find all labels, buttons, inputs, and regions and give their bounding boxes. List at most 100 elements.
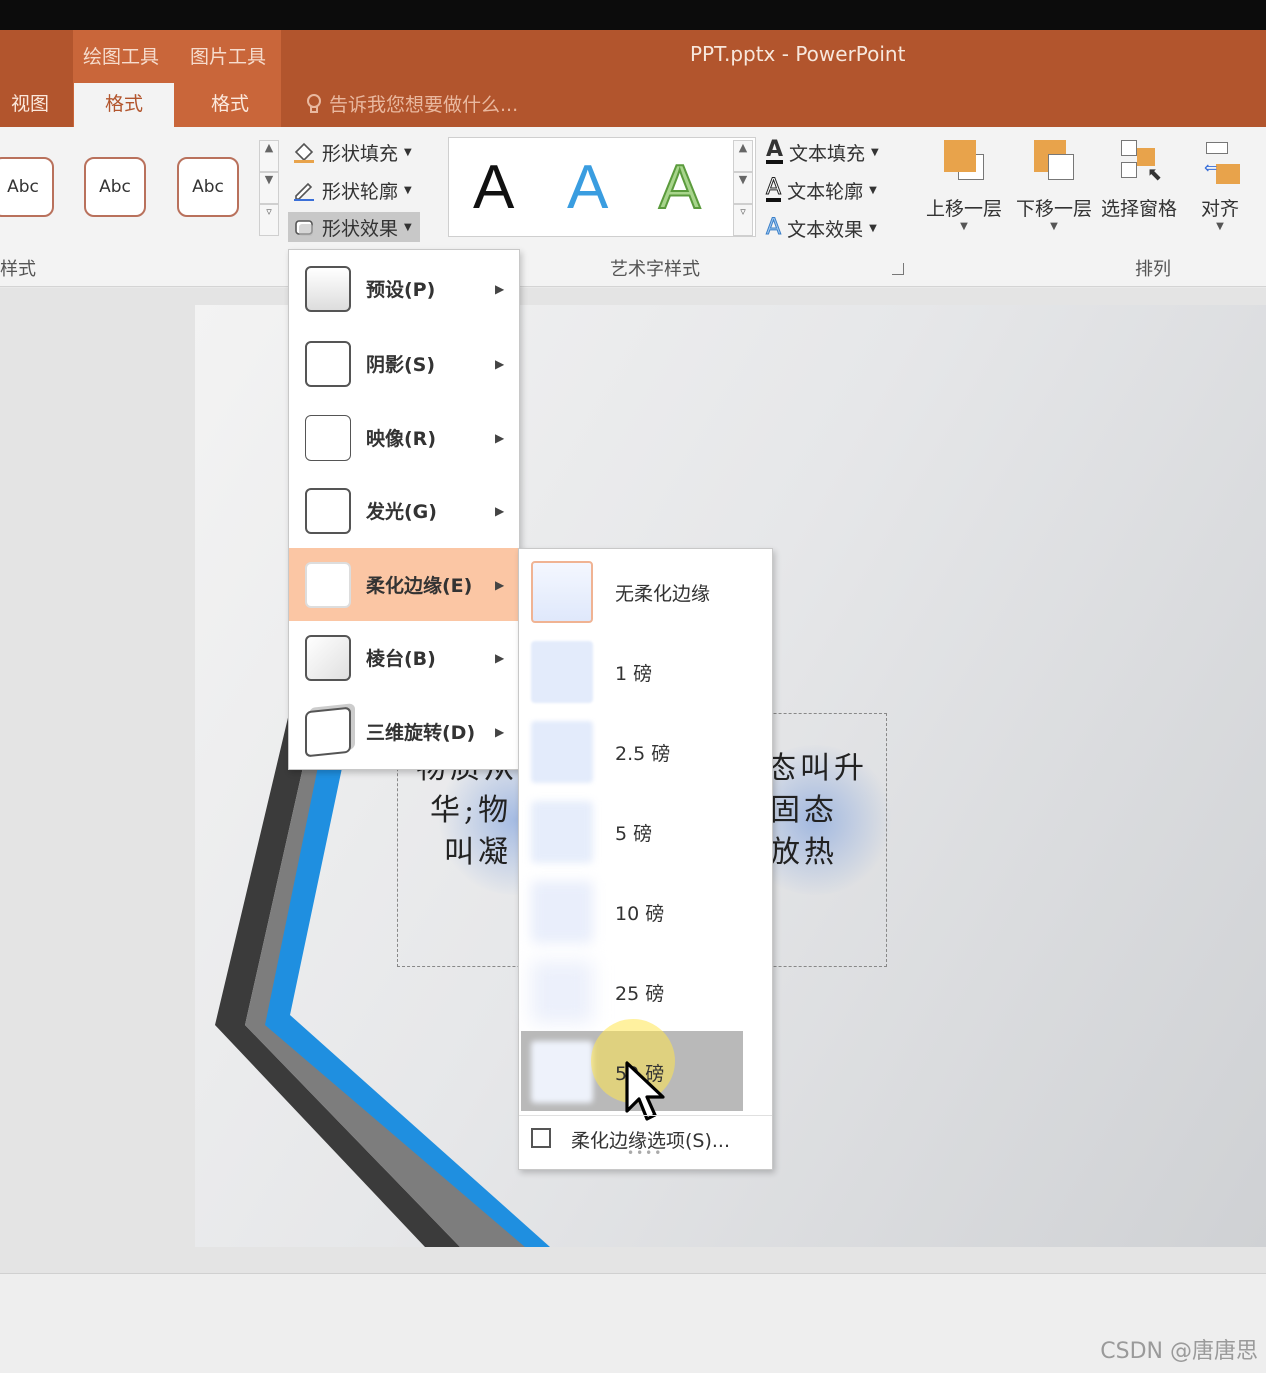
soft-edge-label: 无柔化边缘 [615,583,711,605]
shape-fill-button[interactable]: 形状填充 ▼ [292,137,412,167]
align-button[interactable]: ⇐ 对齐 ▼ [1186,138,1254,232]
selection-pane-icon: ⬉ [1115,138,1163,190]
soft-edge-options-checkbox[interactable] [531,1128,551,1148]
tab-picture-format[interactable]: 格式 [180,83,280,127]
send-backward-label: 下移一层 [1015,198,1092,220]
menu-item-label: 三维旋转(D) [366,722,476,744]
bevel-icon [305,634,351,681]
resize-grip-icon[interactable]: •••• [627,1146,663,1160]
wordart-sample-green[interactable]: A [658,152,701,223]
menu-item-label: 阴影(S) [366,354,436,376]
shape-effects-button[interactable]: 形状效果 ▼ [288,212,420,242]
menu-item-label: 发光(G) [366,501,437,523]
soft-edge-option[interactable]: 2.5 磅 [521,711,743,791]
soft-edge-option[interactable]: 10 磅 [521,871,743,951]
tell-me-search[interactable]: 告诉我您想要做什么... [305,90,518,117]
slide-text-line: 放热 [770,835,838,870]
soft-edge-preview [531,1041,593,1103]
wordart-sample-black[interactable]: A [473,152,514,223]
wordart-scroll-up[interactable]: ▲ [733,140,753,172]
selection-pane-button[interactable]: ⬉ 选择窗格 [1097,138,1181,221]
soft-edge-preview [531,721,593,783]
soft-edge-option[interactable]: 无柔化边缘 [521,551,743,631]
soft-edge-preview [531,641,593,703]
screen-top-bar [0,0,1266,30]
wordart-scroll-down[interactable]: ▼ [733,172,753,204]
submenu-arrow-icon: ▶ [495,577,505,592]
shape-styles-scroll-down[interactable]: ▼ [259,172,279,204]
shape-outline-label: 形状轮廓 [322,180,399,203]
tab-view[interactable]: 视图 [0,83,60,127]
shape-styles-more[interactable]: ▿ [259,204,279,236]
menu-item-shadow[interactable]: 阴影(S) ▶ [289,327,519,400]
text-fill-button[interactable]: A 文本填充 ▼ [766,137,879,167]
text-outline-button[interactable]: A 文本轮廓 ▼ [765,175,877,205]
text-outline-label: 文本轮廓 [787,180,864,203]
glow-icon [305,487,351,534]
shape-effects-menu: 预设(P) ▶ 阴影(S) ▶ 映像(R) ▶ 发光(G) ▶ 柔化边缘(E) … [288,249,520,770]
lightbulb-icon [307,93,321,113]
text-effects-label: 文本效果 [787,218,864,241]
text-effects-button[interactable]: A 文本效果 ▼ [765,213,876,243]
submenu-arrow-icon: ▶ [495,503,505,518]
window-title: PPT.pptx - PowerPoint [690,42,906,66]
slide-text-right: 态叫升 固态 放热 [766,748,868,874]
tab-drawing-format[interactable]: 格式 [74,83,174,127]
selection-pane-label: 选择窗格 [1100,198,1177,220]
send-backward-button[interactable]: 下移一层 ▼ [1010,138,1098,232]
menu-item-label: 预设(P) [366,279,436,301]
menu-item-label: 映像(R) [366,428,436,450]
dropdown-arrow-icon: ▼ [871,146,879,158]
notes-area [0,1273,1266,1373]
bring-forward-button[interactable]: 上移一层 ▼ [920,138,1008,232]
menu-item-reflection[interactable]: 映像(R) ▶ [289,401,519,474]
shape-styles-group-label: 样式 [0,259,36,280]
menu-item-soft-edges[interactable]: 柔化边缘(E) ▶ [289,548,519,621]
dropdown-arrow-icon: ▼ [1216,221,1224,232]
soft-edge-label: 2.5 磅 [615,743,671,765]
text-fill-icon: A [766,137,784,164]
soft-edge-label: 5 磅 [615,823,653,845]
soft-edge-label: 25 磅 [615,983,665,1005]
shape-style-thumbnail[interactable]: Abc [177,157,239,217]
dropdown-arrow-icon: ▼ [1050,221,1058,232]
soft-edge-option[interactable]: 1 磅 [521,631,743,711]
wordart-gallery: A A A [448,137,756,237]
align-label: 对齐 [1200,198,1239,220]
wordart-more[interactable]: ▿ [733,204,753,236]
dropdown-arrow-icon: ▼ [869,184,877,196]
wordart-sample-blue[interactable]: A [567,152,608,223]
soft-edge-option-selected[interactable]: 50 磅 [521,1019,743,1121]
tell-me-placeholder: 告诉我您想要做什么... [329,94,519,116]
soft-edge-label: 10 磅 [615,903,665,925]
watermark: CSDN @唐唐思 [1100,1339,1258,1364]
slide-text-line: 叫凝 [444,835,512,870]
pencil-icon [294,182,314,201]
context-group-picture-tools: 图片工具 [190,46,267,68]
shape-style-thumbnail[interactable]: Abc [84,157,146,217]
bring-forward-icon [940,138,988,190]
menu-item-label: 棱台(B) [366,648,436,670]
shape-style-thumbnail[interactable]: Abc [0,157,54,217]
menu-item-preset[interactable]: 预设(P) ▶ [289,252,519,325]
context-group-drawing-tools: 绘图工具 [83,46,160,68]
soft-edge-option[interactable]: 5 磅 [521,791,743,871]
wordart-dialog-launcher[interactable] [892,263,904,275]
menu-item-glow[interactable]: 发光(G) ▶ [289,474,519,547]
shape-effects-icon [295,220,313,236]
submenu-arrow-icon: ▶ [495,650,505,665]
shape-outline-button[interactable]: 形状轮廓 ▼ [292,175,412,205]
submenu-arrow-icon: ▶ [495,724,505,739]
text-effects-icon: A [765,215,782,240]
submenu-arrow-icon: ▶ [495,430,505,445]
shape-styles-scroll-up[interactable]: ▲ [259,140,279,172]
menu-item-3d-rotation[interactable]: 三维旋转(D) ▶ [289,695,519,768]
menu-item-bevel[interactable]: 棱台(B) ▶ [289,621,519,694]
bring-forward-label: 上移一层 [925,198,1002,220]
soft-edge-options-item[interactable]: 柔化边缘选项(S)... •••• [519,1115,772,1165]
soft-edges-submenu: 无柔化边缘 1 磅 2.5 磅 5 磅 10 磅 25 磅 50 磅 柔化边缘选… [518,548,773,1170]
submenu-arrow-icon: ▶ [495,356,505,371]
dropdown-arrow-icon: ▼ [404,221,412,233]
menu-item-label: 柔化边缘(E) [366,575,473,597]
slide-text-line: 华;物 [430,793,513,828]
